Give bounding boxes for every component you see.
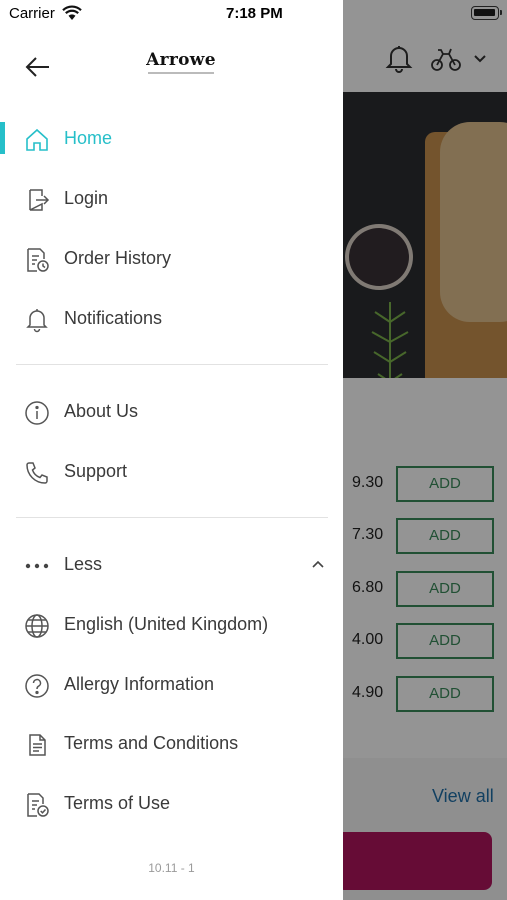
menu-item-login[interactable]: Login bbox=[0, 177, 343, 221]
document-check-icon bbox=[24, 792, 50, 818]
menu-item-label: Terms of Use bbox=[64, 793, 171, 813]
divider bbox=[16, 517, 328, 518]
document-icon bbox=[24, 732, 50, 758]
logo-text: Arrowe bbox=[146, 50, 216, 70]
bell-icon bbox=[24, 307, 50, 333]
menu-item-label: Allergy Information bbox=[64, 674, 215, 694]
order-history-icon bbox=[24, 247, 50, 273]
brand-logo: Arrowe bbox=[140, 50, 222, 80]
menu-item-order-history[interactable]: Order History bbox=[0, 237, 343, 281]
app-version: 10.11 - 1 bbox=[148, 861, 195, 875]
carrier-label: Carrier bbox=[9, 5, 55, 22]
menu-item-label: Support bbox=[64, 461, 128, 481]
battery-icon bbox=[471, 6, 502, 20]
navigation-drawer: Arrowe Home Login Order History Notifica… bbox=[0, 0, 343, 900]
menu-item-language[interactable]: English (United Kingdom) bbox=[0, 603, 343, 647]
menu-item-notifications[interactable]: Notifications bbox=[0, 297, 343, 341]
divider bbox=[16, 364, 328, 365]
info-icon bbox=[24, 400, 50, 426]
menu-item-allergy-information[interactable]: Allergy Information bbox=[0, 663, 343, 707]
chevron-up-icon[interactable] bbox=[310, 558, 326, 570]
menu-item-about-us[interactable]: About Us bbox=[0, 390, 343, 434]
menu-item-home[interactable]: Home bbox=[0, 117, 343, 161]
menu-item-label: Notifications bbox=[64, 308, 163, 328]
menu-item-label: About Us bbox=[64, 401, 139, 421]
menu-item-terms-of-use[interactable]: Terms of Use bbox=[0, 782, 343, 826]
logo-tagline bbox=[148, 72, 214, 74]
menu-item-label: Less bbox=[64, 554, 103, 574]
question-icon bbox=[24, 673, 50, 699]
login-icon bbox=[24, 187, 50, 213]
menu-item-terms-and-conditions[interactable]: Terms and Conditions bbox=[0, 722, 343, 766]
menu-item-label: Order History bbox=[64, 248, 172, 268]
status-bar: Carrier 7:18 PM bbox=[0, 0, 507, 28]
menu-item-label: Login bbox=[64, 188, 109, 208]
menu-item-label: English (United Kingdom) bbox=[64, 614, 269, 634]
home-icon bbox=[24, 127, 50, 153]
menu-toggle-less[interactable]: Less bbox=[0, 543, 343, 587]
more-dots-icon bbox=[24, 553, 50, 579]
back-arrow-icon[interactable] bbox=[24, 55, 52, 79]
globe-icon bbox=[24, 613, 50, 639]
clock: 7:18 PM bbox=[226, 5, 283, 22]
menu-item-support[interactable]: Support bbox=[0, 450, 343, 494]
wifi-icon bbox=[62, 5, 82, 21]
menu-item-label: Terms and Conditions bbox=[64, 733, 239, 753]
menu-item-label: Home bbox=[64, 128, 113, 148]
phone-icon bbox=[24, 460, 50, 486]
